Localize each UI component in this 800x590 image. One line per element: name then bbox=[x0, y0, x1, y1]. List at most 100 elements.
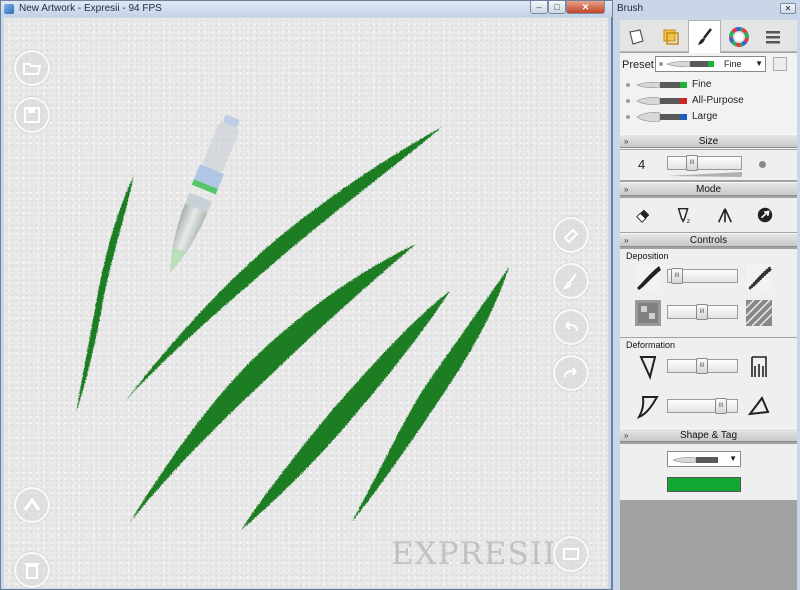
drawing-canvas[interactable]: EXPRESII bbox=[4, 18, 608, 588]
collapse-chevron-icon: » bbox=[624, 431, 629, 440]
preset-name: Large bbox=[692, 111, 718, 122]
undo-icon[interactable] bbox=[553, 309, 589, 345]
open-file-icon[interactable] bbox=[14, 50, 50, 86]
canvas-tab-icon[interactable] bbox=[620, 22, 653, 51]
deposition-section: Deposition III III bbox=[620, 249, 797, 337]
section-title: Mode bbox=[695, 184, 721, 195]
preset-bullet-icon bbox=[626, 99, 630, 103]
controls-section-header[interactable]: » Controls bbox=[620, 233, 797, 247]
brush-thumbnail-large bbox=[636, 112, 687, 122]
hatch-texture-icon bbox=[746, 300, 772, 326]
brush-shape-thumbnail bbox=[672, 457, 718, 463]
preset-item[interactable]: Large bbox=[620, 109, 797, 125]
close-button[interactable]: ✕ bbox=[566, 1, 605, 14]
preset-options-icon[interactable] bbox=[773, 57, 787, 71]
deposition-slider[interactable]: III bbox=[667, 268, 738, 284]
grain-slider[interactable]: III bbox=[667, 304, 738, 320]
preset-bullet-icon bbox=[626, 115, 630, 119]
split-tip-icon bbox=[751, 356, 767, 377]
minimize-button[interactable]: – bbox=[530, 1, 548, 14]
curved-tip-icon bbox=[636, 396, 659, 419]
section-title: Size bbox=[698, 136, 719, 147]
brush-cursor-icon bbox=[170, 115, 240, 273]
bend-slider[interactable]: III bbox=[667, 398, 738, 414]
navigate-icon[interactable] bbox=[14, 487, 50, 523]
preset-dropdown[interactable]: Fine ▼ bbox=[655, 56, 766, 72]
deposition-label: Deposition bbox=[626, 251, 669, 261]
panel-close-button[interactable]: ✕ bbox=[780, 3, 796, 14]
chevron-down-icon: ▼ bbox=[729, 454, 737, 463]
fullscreen-icon[interactable] bbox=[553, 536, 589, 572]
preset-brush-thumbnail bbox=[666, 61, 714, 67]
size-slider[interactable]: III bbox=[667, 155, 742, 171]
collapse-chevron-icon: » bbox=[624, 185, 629, 194]
maximize-button[interactable]: □ bbox=[548, 1, 566, 14]
layers-tab-icon[interactable] bbox=[654, 22, 687, 51]
main-window: New Artwork - Expresii - 94 FPS – □ ✕ EX… bbox=[0, 0, 613, 590]
mode-section-header[interactable]: » Mode bbox=[620, 182, 797, 196]
size-section: 4 III bbox=[620, 150, 797, 180]
title-bar[interactable]: New Artwork - Expresii - 94 FPS – □ ✕ bbox=[1, 1, 613, 17]
size-value: 4 bbox=[638, 157, 646, 172]
pointed-tip-icon bbox=[639, 356, 657, 380]
brush-tab-icon[interactable] bbox=[688, 20, 721, 53]
window-title: New Artwork - Expresii - 94 FPS bbox=[19, 3, 162, 14]
brush-panel: Brush ✕ Preset Fine ▼ Fine All-Purpose L… bbox=[612, 0, 800, 590]
trash-icon[interactable] bbox=[14, 552, 50, 588]
section-title: Shape & Tag bbox=[679, 430, 738, 441]
preset-bullet-icon bbox=[626, 83, 630, 87]
split-mode-icon[interactable] bbox=[714, 204, 736, 226]
rough-texture-icon bbox=[746, 264, 772, 290]
preset-color-chip bbox=[708, 61, 714, 67]
tag-color-swatch[interactable] bbox=[667, 477, 741, 492]
slider-thumb[interactable]: III bbox=[715, 398, 727, 414]
brush-strokes bbox=[76, 115, 509, 530]
panel-tabs bbox=[620, 20, 797, 53]
deformation-section: Deformation III III bbox=[620, 338, 797, 435]
app-icon bbox=[4, 4, 14, 14]
smooth-texture-icon bbox=[635, 264, 661, 290]
brush-thumbnail-all-purpose bbox=[636, 97, 687, 105]
section-title: Controls bbox=[689, 235, 728, 246]
preset-selected-value: Fine bbox=[724, 59, 742, 69]
preset-bullet-icon bbox=[659, 62, 663, 66]
slider-thumb[interactable]: III bbox=[696, 358, 708, 374]
chevron-down-icon: ▼ bbox=[755, 59, 763, 68]
deposit-mode-icon[interactable]: z bbox=[673, 204, 695, 226]
slider-thumb[interactable]: III bbox=[671, 268, 683, 284]
preset-item[interactable]: Fine bbox=[620, 77, 797, 93]
deformation-label: Deformation bbox=[626, 340, 676, 350]
preset-item[interactable]: All-Purpose bbox=[620, 93, 797, 109]
save-icon[interactable] bbox=[14, 97, 50, 133]
panel-title: Brush bbox=[617, 3, 644, 14]
eraser-tool-icon[interactable] bbox=[553, 217, 589, 253]
collapse-chevron-icon: » bbox=[624, 137, 629, 146]
svg-text:z: z bbox=[687, 218, 691, 224]
size-preview-dot-icon bbox=[759, 161, 766, 168]
preset-label: Preset bbox=[622, 59, 654, 71]
redo-icon[interactable] bbox=[553, 355, 589, 391]
shape-tag-section-header[interactable]: » Shape & Tag bbox=[620, 428, 797, 442]
brush-shape-dropdown[interactable]: ▼ bbox=[667, 451, 741, 467]
brush-thumbnail-fine bbox=[636, 82, 687, 88]
slider-thumb[interactable]: III bbox=[686, 155, 698, 171]
grain-texture-icon bbox=[635, 300, 661, 326]
watermark-logo: EXPRESII bbox=[391, 536, 557, 572]
collapse-chevron-icon: » bbox=[624, 236, 629, 245]
menu-tab-icon[interactable] bbox=[756, 22, 789, 51]
brush-stroke-1 bbox=[76, 175, 134, 413]
tip-slider[interactable]: III bbox=[667, 358, 738, 374]
brush-tool-icon[interactable] bbox=[553, 263, 589, 299]
dry-mode-icon[interactable] bbox=[754, 204, 776, 226]
preset-name: All-Purpose bbox=[692, 95, 744, 106]
size-taper-icon bbox=[667, 172, 742, 177]
color-tab-icon[interactable] bbox=[722, 22, 755, 51]
preset-name: Fine bbox=[692, 79, 712, 90]
eraser-mode-icon[interactable] bbox=[632, 204, 654, 226]
flat-tip-icon bbox=[747, 396, 770, 416]
panel-content: Preset Fine ▼ Fine All-Purpose Large » S… bbox=[620, 20, 797, 590]
size-section-header[interactable]: » Size bbox=[620, 134, 797, 148]
shape-tag-section: ▼ bbox=[620, 444, 797, 500]
slider-thumb[interactable]: III bbox=[696, 304, 708, 320]
mode-section: z bbox=[620, 198, 797, 232]
